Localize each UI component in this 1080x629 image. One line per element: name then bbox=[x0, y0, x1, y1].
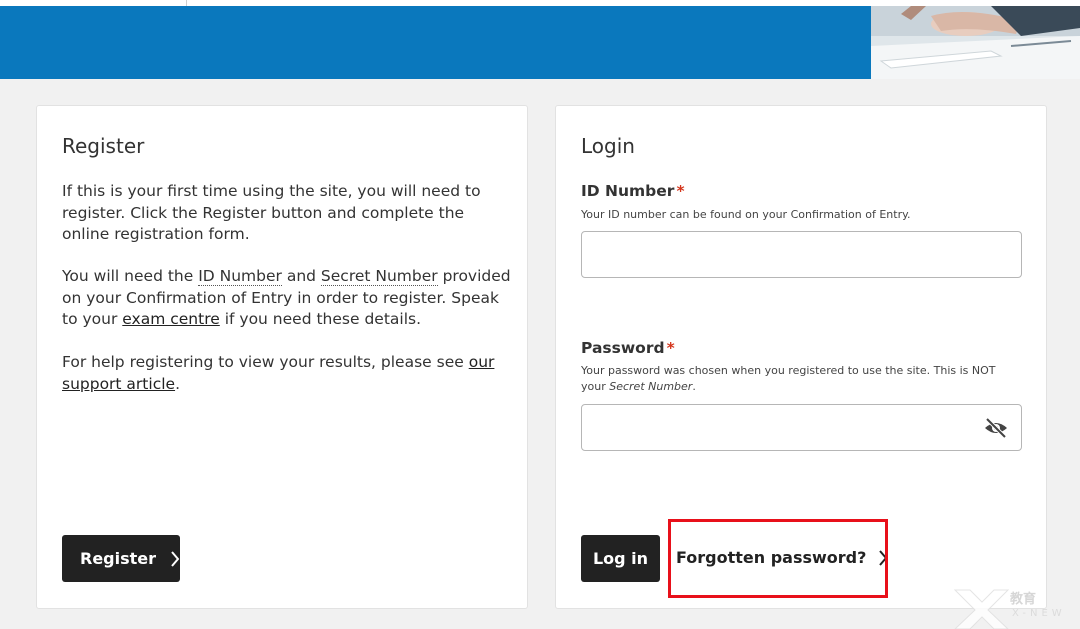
highlight-box bbox=[668, 519, 888, 598]
register-button[interactable]: Register bbox=[62, 535, 180, 582]
id-number-term[interactable]: ID Number bbox=[198, 267, 282, 286]
text-segment: . bbox=[175, 374, 180, 393]
required-marker: * bbox=[676, 182, 685, 200]
eye-slash-icon[interactable] bbox=[983, 417, 1009, 439]
text-segment: For help registering to view your result… bbox=[62, 353, 469, 371]
register-help-text: For help registering to view your result… bbox=[62, 352, 512, 395]
required-marker: * bbox=[666, 339, 675, 357]
id-number-input[interactable] bbox=[581, 231, 1022, 278]
header-banner bbox=[0, 6, 1080, 79]
id-number-hint: Your ID number can be found on your Conf… bbox=[581, 208, 911, 221]
login-button-label: Log in bbox=[592, 549, 649, 568]
password-label-text: Password bbox=[581, 339, 665, 357]
id-number-label: ID Number * bbox=[581, 182, 685, 200]
register-title: Register bbox=[62, 134, 145, 158]
watermark-text: 教育 bbox=[1010, 592, 1037, 607]
text-segment: . bbox=[692, 380, 696, 393]
secret-number-term[interactable]: Secret Number bbox=[320, 267, 438, 286]
password-input[interactable] bbox=[581, 404, 1022, 451]
exam-centre-link[interactable]: exam centre bbox=[122, 310, 220, 328]
login-button[interactable]: Log in bbox=[581, 535, 660, 582]
text-segment: You will need the bbox=[62, 267, 199, 285]
banner-photo bbox=[871, 6, 1080, 79]
watermark-logo: 教育 X-NEW bbox=[950, 580, 1080, 629]
register-button-label: Register bbox=[80, 549, 157, 568]
text-segment: if you need these details. bbox=[219, 310, 422, 328]
password-label: Password * bbox=[581, 339, 675, 357]
id-number-label-text: ID Number bbox=[581, 182, 675, 200]
chevron-right-icon bbox=[171, 550, 180, 567]
register-card: Register If this is your first time usin… bbox=[36, 105, 528, 609]
secret-number-emphasis: Secret Number bbox=[609, 380, 693, 393]
password-hint: Your password was chosen when you regist… bbox=[581, 363, 1021, 395]
login-title: Login bbox=[581, 134, 635, 158]
text-segment: and bbox=[281, 267, 321, 285]
register-requirements-text: You will need the ID Number and Secret N… bbox=[62, 266, 512, 331]
register-intro-text: If this is your first time using the sit… bbox=[62, 182, 481, 243]
watermark-subtext: X-NEW bbox=[1012, 608, 1066, 619]
